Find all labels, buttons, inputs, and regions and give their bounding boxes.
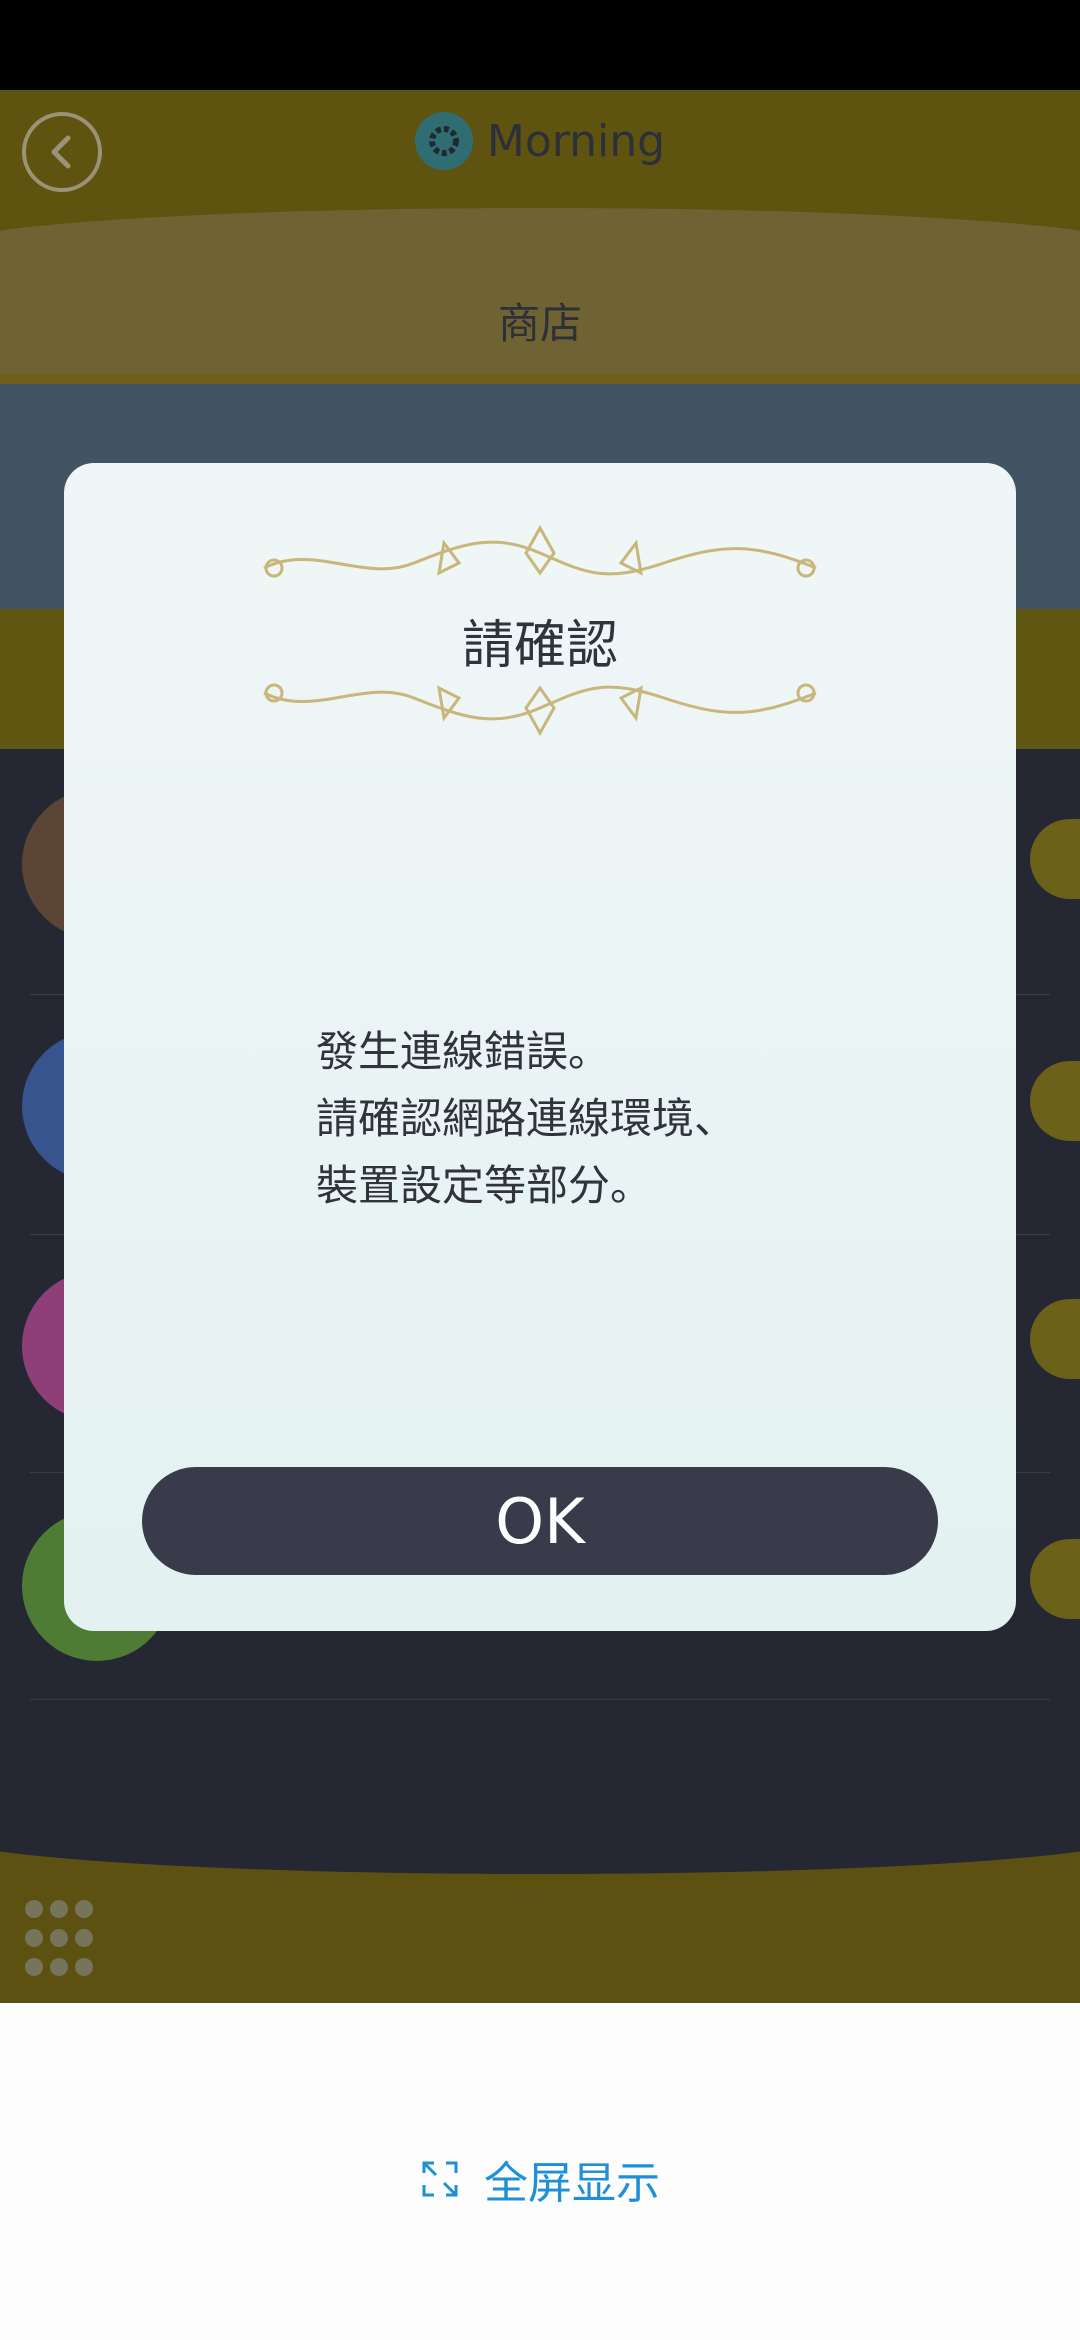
ornament-bottom-icon <box>263 683 817 737</box>
divider <box>0 374 1080 384</box>
dialog-title: 請確認 <box>461 616 618 676</box>
list-item-button[interactable] <box>1030 1061 1080 1141</box>
fullscreen-icon <box>422 2161 458 2197</box>
tab-shop[interactable]: 商店 <box>0 290 1080 351</box>
message-line: 裝置設定等部分。 <box>316 1161 653 1210</box>
status-bar <box>0 0 1080 90</box>
app-title: Morning <box>486 115 666 167</box>
list-item-button[interactable] <box>1030 1299 1080 1379</box>
list-item-button[interactable] <box>1030 1539 1080 1619</box>
bottom-curve <box>0 1704 1080 1874</box>
fullscreen-label: 全屏显示 <box>484 2158 660 2209</box>
ok-button[interactable]: OK <box>142 1467 938 1575</box>
confirm-dialog: 請確認 發生連線錯誤。 請確認網路連線環境、 裝置設定等部分。 OK <box>64 463 1016 1631</box>
gear-icon <box>414 112 473 170</box>
message-line: 發生連線錯誤。 <box>316 1027 611 1076</box>
ornament-top-icon <box>263 524 817 578</box>
row-divider <box>30 1699 1050 1700</box>
dialog-message: 發生連線錯誤。 請確認網路連線環境、 裝置設定等部分。 <box>316 1018 736 1219</box>
fullscreen-button[interactable]: 全屏显示 <box>0 2147 1080 2211</box>
bottom-bar: 全屏显示 <box>0 2003 1080 2340</box>
grid-menu-icon[interactable] <box>25 1900 105 1980</box>
list-item-button[interactable] <box>1030 819 1080 899</box>
message-line: 請確認網路連線環境、 <box>316 1094 737 1143</box>
